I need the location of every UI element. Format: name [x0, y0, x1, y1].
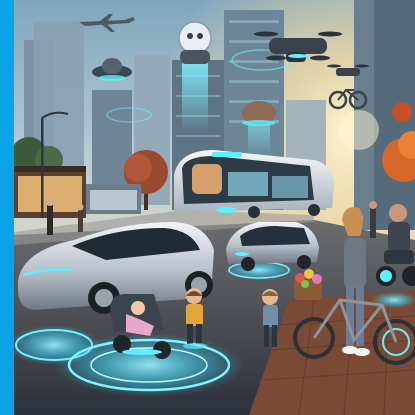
accent-side-bar	[0, 0, 14, 415]
scene-illustration	[14, 0, 415, 415]
autonomous-bus	[174, 150, 334, 218]
image-frame	[0, 0, 415, 415]
flying-pod-sphere	[178, 21, 212, 132]
sun-flare	[339, 110, 379, 150]
futuristic-city-scene	[14, 0, 415, 415]
